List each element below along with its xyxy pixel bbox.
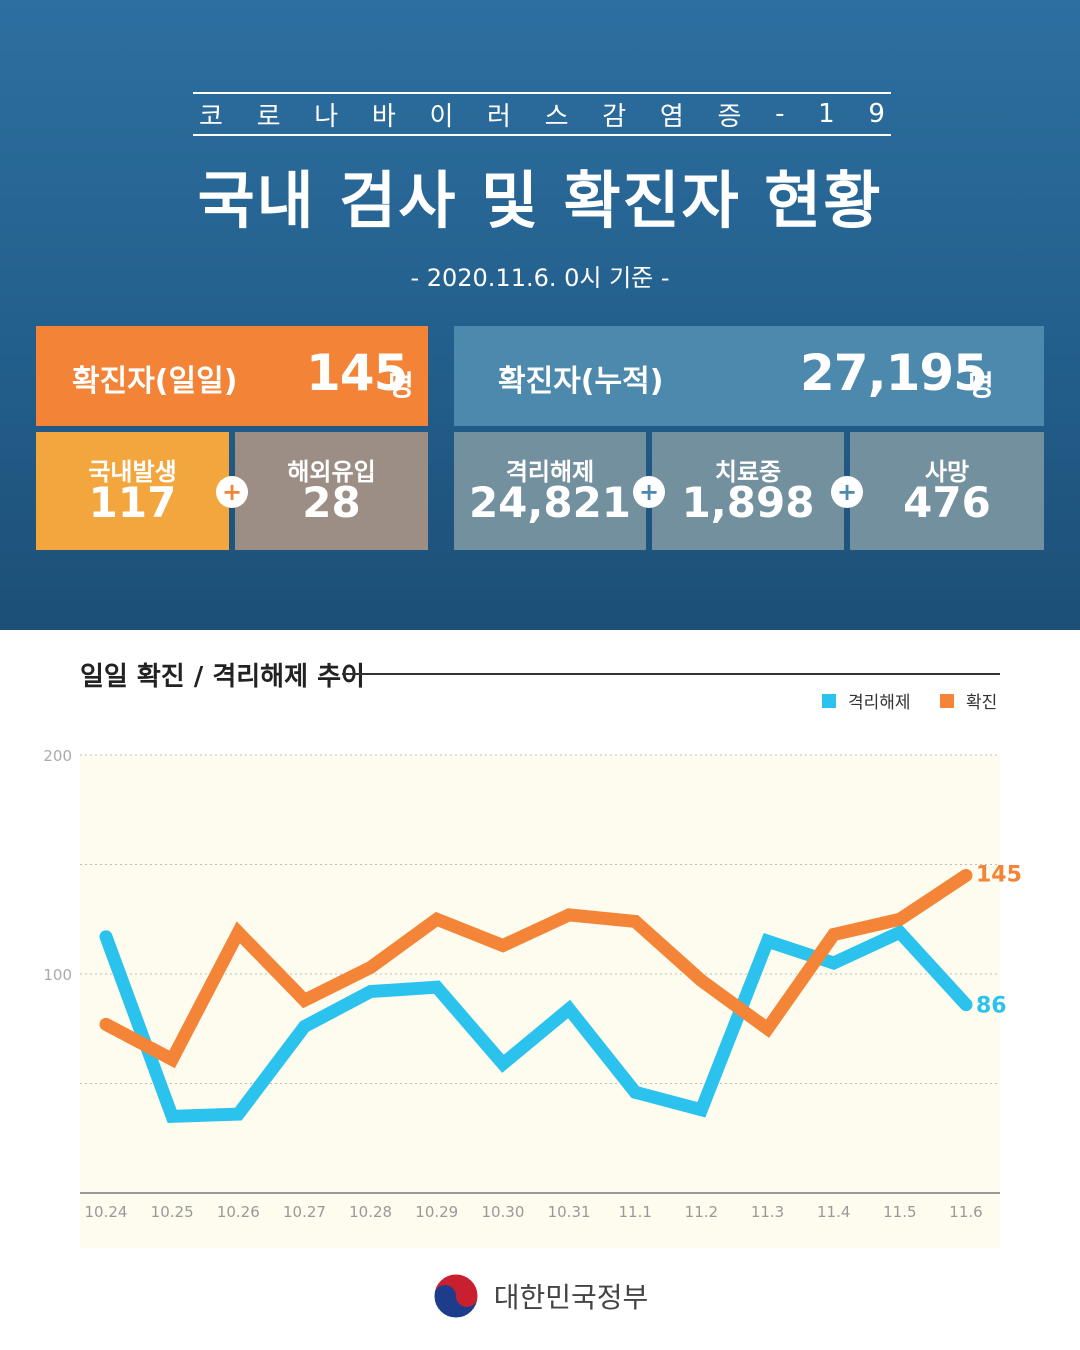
x-tick-label: 11.4: [817, 1203, 850, 1221]
data-point: [303, 1025, 306, 1028]
treating-value: 1,898: [681, 478, 815, 527]
data-point: [766, 940, 769, 943]
subtitle-char: -: [775, 99, 785, 129]
data-point: [501, 944, 504, 947]
cumulative-confirmed-value: 27,195: [800, 344, 988, 402]
data-point: [171, 1058, 174, 1061]
x-tick-label: 10.24: [85, 1203, 128, 1221]
data-point: [832, 933, 835, 936]
data-point: [171, 1115, 174, 1118]
legend-label: 확진: [966, 693, 998, 713]
subtitle-char: 러: [487, 101, 511, 132]
footer-label: 대한민국정부: [493, 1281, 649, 1314]
subtitle-char: 1: [818, 99, 835, 129]
treating-box: 치료중 1,898: [652, 432, 844, 550]
y-tick-label: 100: [43, 966, 72, 984]
domestic-value: 117: [88, 478, 177, 527]
data-point: [237, 931, 240, 934]
x-tick-label: 11.6: [949, 1203, 982, 1221]
y-tick-label: 200: [43, 747, 72, 765]
overseas-box: 해외유입 28: [235, 432, 428, 550]
cumulative-confirmed-box: 확진자(누적) 27,195 명: [454, 326, 1044, 426]
x-tick-label: 10.31: [548, 1203, 591, 1221]
deaths-box: 사망 476: [850, 432, 1044, 550]
data-point: [369, 990, 372, 993]
data-point: [105, 935, 107, 938]
data-point: [965, 874, 967, 877]
data-point: [568, 1008, 571, 1011]
subtitle-bar: 코 로 나 바 이 러 스 감 염 증 - 1 9: [193, 92, 891, 136]
released-box: 격리해제 24,821: [454, 432, 646, 550]
subtitle-char: 스: [544, 101, 569, 132]
subtitle-char: 코: [199, 101, 223, 132]
data-point: [568, 913, 571, 916]
subtitle-char: 염: [659, 101, 684, 132]
data-point: [832, 962, 835, 965]
data-point: [965, 1003, 967, 1006]
data-point: [105, 1023, 107, 1026]
overseas-value: 28: [302, 478, 361, 527]
data-point: [766, 1027, 769, 1030]
data-point: [369, 966, 372, 969]
subtitle-char: 바: [371, 101, 396, 132]
data-point: [435, 986, 438, 989]
data-point: [700, 1108, 703, 1111]
legend-label: 격리해제: [848, 693, 911, 713]
daily-confirmed-box: 확진자(일일) 145 명: [36, 326, 428, 426]
cumulative-confirmed-label: 확진자(누적): [498, 364, 664, 399]
daily-confirmed-unit: 명: [388, 369, 414, 402]
data-label-confirmed-last: 145: [976, 862, 1022, 887]
header-panel: 코 로 나 바 이 러 스 감 염 증 - 1 9 국내 검사 및 확진자 현황…: [0, 0, 1080, 630]
legend-item-released: 격리해제: [822, 688, 911, 713]
x-tick-label: 11.2: [685, 1203, 718, 1221]
x-tick-label: 10.25: [151, 1203, 194, 1221]
data-point: [898, 931, 901, 934]
chart-title: 일일 확진 / 격리해제 추이: [80, 662, 365, 692]
subtitle-char: 나: [314, 101, 339, 132]
subtitle-char: 감: [602, 101, 627, 132]
cumulative-confirmed-unit: 명: [968, 369, 994, 402]
x-tick-label: 10.30: [481, 1203, 524, 1221]
government-emblem-icon: [433, 1273, 479, 1319]
data-point: [898, 918, 901, 921]
subtitle-char: 9: [868, 99, 885, 129]
subtitle-char: 증: [717, 101, 742, 132]
data-point: [700, 979, 703, 982]
series-line-released: [99, 924, 973, 1124]
data-point: [435, 918, 438, 921]
data-label-released-last: 86: [976, 994, 1007, 1019]
domestic-box: 국내발생 117: [36, 432, 229, 550]
legend-swatch: [940, 693, 954, 708]
daily-confirmed-label: 확진자(일일): [72, 364, 238, 399]
plus-icon: +: [831, 476, 863, 508]
legend-swatch: [822, 693, 836, 708]
data-point: [501, 1062, 504, 1065]
data-point: [634, 1091, 637, 1094]
chart-title-rule: [342, 673, 1000, 675]
subtitle-char: 로: [256, 101, 281, 132]
x-tick-label: 11.3: [751, 1203, 784, 1221]
data-point: [634, 920, 637, 923]
plus-icon: +: [216, 476, 248, 508]
footer: 대한민국정부: [0, 1272, 1080, 1320]
x-tick-label: 10.29: [415, 1203, 458, 1221]
subtitle-char: 이: [429, 101, 454, 132]
series-line-confirmed: [99, 868, 973, 1069]
page-title: 국내 검사 및 확진자 현황: [197, 164, 883, 237]
data-point: [303, 999, 306, 1002]
x-tick-label: 11.1: [619, 1203, 652, 1221]
data-point: [237, 1113, 240, 1116]
x-tick-label: 10.28: [349, 1203, 392, 1221]
x-tick-label: 10.26: [217, 1203, 260, 1221]
released-value: 24,821: [468, 478, 632, 527]
plot-area: [80, 755, 1000, 1248]
deaths-value: 476: [903, 478, 991, 527]
x-tick-label: 10.27: [283, 1203, 326, 1221]
x-tick-label: 11.5: [883, 1203, 916, 1221]
legend-item-confirmed: 확진: [940, 688, 997, 713]
date-label: - 2020.11.6. 0시 기준 -: [410, 264, 670, 292]
plus-icon: +: [633, 476, 665, 508]
